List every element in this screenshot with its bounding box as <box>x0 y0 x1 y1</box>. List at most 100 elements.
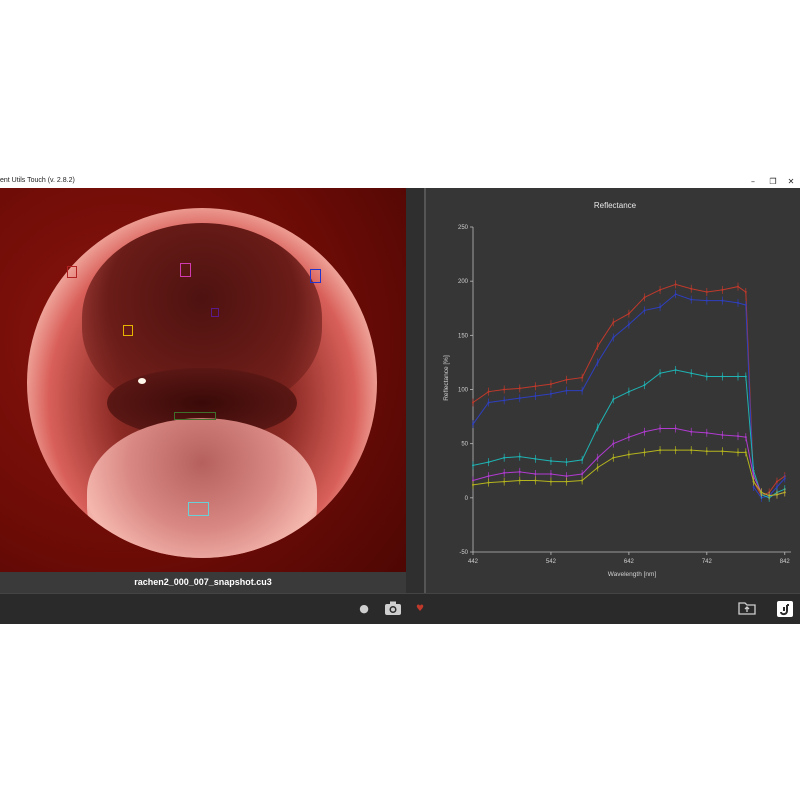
roi-marker-green[interactable] <box>174 412 216 420</box>
data-point <box>549 473 552 475</box>
data-point <box>643 309 646 312</box>
data-point <box>487 475 490 478</box>
data-point <box>643 296 646 299</box>
data-point <box>705 299 708 302</box>
data-point <box>690 287 693 290</box>
data-point <box>674 369 677 371</box>
data-point <box>744 304 747 306</box>
data-point <box>775 486 778 488</box>
data-point <box>565 461 568 464</box>
window-title: ent Utils Touch (v. 2.8.2) <box>0 177 75 184</box>
data-point <box>472 483 474 486</box>
glare-highlight <box>57 213 97 235</box>
data-point <box>549 383 552 386</box>
data-point <box>627 312 630 315</box>
x-axis-label: Wavelength [nm] <box>608 571 657 578</box>
folder-export-icon[interactable] <box>737 600 757 618</box>
y-tick-label: 200 <box>458 279 469 285</box>
data-point <box>472 401 474 404</box>
data-point <box>744 291 747 293</box>
heart-icon[interactable]: ♥ <box>413 600 427 618</box>
data-point <box>643 451 646 454</box>
glare-spot <box>138 378 146 384</box>
data-point <box>534 395 537 397</box>
roi-marker-magenta[interactable] <box>180 263 191 277</box>
x-tick-label: 842 <box>780 559 791 565</box>
camera-icon-svg <box>385 601 401 615</box>
roi-marker-blue[interactable] <box>310 269 321 283</box>
roi-marker-yellow[interactable] <box>123 325 133 336</box>
data-point <box>737 375 739 378</box>
reflectance-chart-panel: Reflectance Reflectance [%] Wavelength [… <box>426 188 800 593</box>
roi-marker-red[interactable] <box>67 266 77 278</box>
data-point <box>690 449 693 452</box>
x-tick-label: 742 <box>702 559 713 565</box>
y-tick-label: 100 <box>458 388 469 394</box>
roi-marker-purple[interactable] <box>211 308 219 317</box>
data-point <box>674 283 677 286</box>
image-panel: rachen2_000_007_snapshot.cu3 <box>0 188 406 593</box>
data-point <box>744 436 747 439</box>
y-tick-label: 250 <box>458 225 469 231</box>
data-point <box>503 471 506 474</box>
data-point <box>565 378 568 381</box>
data-point <box>596 466 599 469</box>
folder-export-icon-svg <box>738 602 756 615</box>
data-point <box>760 491 763 494</box>
data-point <box>744 451 747 454</box>
y-tick-label: -50 <box>459 550 468 556</box>
data-point <box>627 390 630 393</box>
data-point <box>768 494 771 497</box>
data-point <box>534 479 537 482</box>
data-point <box>549 392 552 395</box>
data-point <box>737 285 739 288</box>
data-point <box>518 470 521 473</box>
data-point <box>612 398 615 401</box>
data-point <box>612 442 615 445</box>
data-point <box>581 479 584 482</box>
data-point <box>534 385 537 388</box>
data-point <box>690 430 693 433</box>
data-point <box>487 481 490 484</box>
data-point <box>752 480 755 483</box>
data-point <box>705 431 708 434</box>
data-point <box>565 475 568 478</box>
data-point <box>503 399 506 402</box>
data-point <box>627 453 630 456</box>
restore-button[interactable]: ❐ <box>764 176 782 188</box>
data-point <box>674 449 677 452</box>
data-point <box>549 480 552 483</box>
data-point <box>705 375 708 378</box>
data-point <box>783 491 786 494</box>
reflectance-chart: Reflectance Reflectance [%] Wavelength [… <box>443 201 791 578</box>
record-icon[interactable]: ● <box>355 600 373 618</box>
filename-label: rachen2_000_007_snapshot.cu3 <box>0 572 406 593</box>
app-logo-icon[interactable] <box>775 600 795 618</box>
x-tick-label: 642 <box>624 559 635 565</box>
y-tick-label: 50 <box>461 442 468 448</box>
data-point <box>581 473 584 475</box>
data-point <box>518 387 521 390</box>
app-logo-icon-svg <box>777 601 793 617</box>
data-point <box>612 321 615 324</box>
tongue-region <box>87 418 317 558</box>
data-point <box>659 288 662 291</box>
data-point <box>674 293 677 296</box>
data-point <box>581 376 584 379</box>
data-point <box>775 480 778 483</box>
data-point <box>721 434 724 436</box>
data-point <box>690 372 693 375</box>
roi-marker-cyan[interactable] <box>188 502 209 516</box>
hyperspectral-image[interactable] <box>0 188 406 572</box>
data-point <box>659 306 662 309</box>
camera-icon[interactable] <box>382 600 404 618</box>
data-point <box>721 375 724 378</box>
data-point <box>690 298 693 301</box>
data-point <box>721 299 724 302</box>
data-point <box>659 372 662 375</box>
minimize-button[interactable]: – <box>744 176 762 188</box>
data-point <box>581 389 584 392</box>
data-point <box>472 423 474 426</box>
close-button[interactable]: ✕ <box>782 176 800 188</box>
y-axis-label: Reflectance [%] <box>443 355 450 401</box>
